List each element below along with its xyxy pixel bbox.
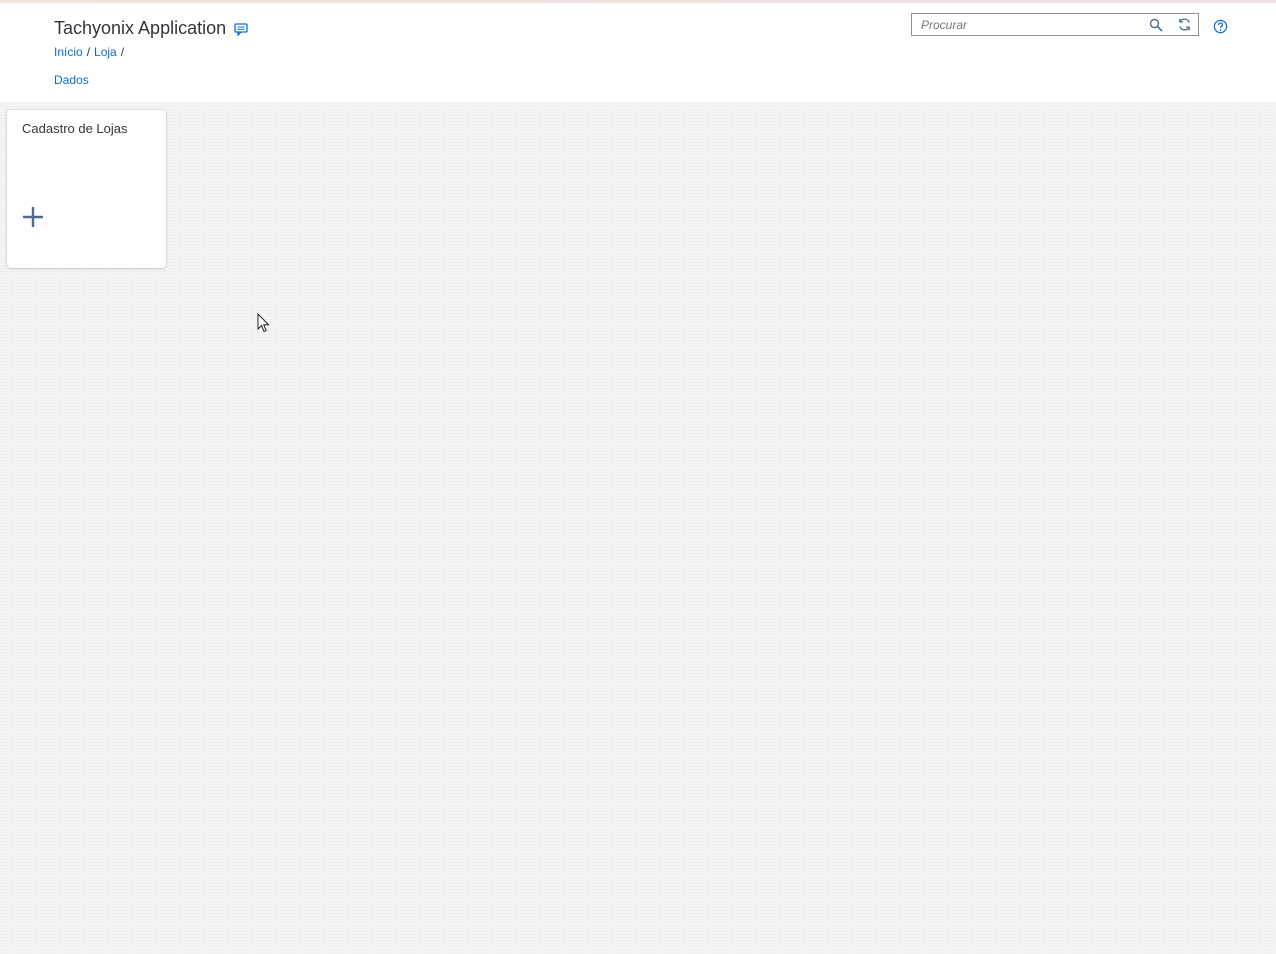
search-icon[interactable] — [1142, 14, 1170, 35]
title-row: Tachyonix Application — [54, 18, 248, 39]
search-box — [911, 13, 1199, 36]
search-input[interactable] — [912, 14, 1142, 35]
help-icon[interactable] — [1211, 17, 1229, 35]
refresh-icon[interactable] — [1170, 14, 1198, 35]
breadcrumb-item-inicio[interactable]: Início — [54, 45, 83, 59]
sub-link-dados[interactable]: Dados — [54, 73, 89, 87]
breadcrumb: Início / Loja / — [54, 45, 128, 59]
breadcrumb-separator: / — [120, 45, 125, 59]
app-root: Tachyonix Application Início / Loja / Da… — [0, 0, 1276, 954]
feedback-icon[interactable] — [234, 22, 248, 37]
plus-icon — [21, 205, 45, 229]
tile-title: Cadastro de Lojas — [22, 121, 128, 136]
tile-cadastro-de-lojas[interactable]: Cadastro de Lojas — [7, 110, 166, 268]
breadcrumb-item-loja[interactable]: Loja — [94, 45, 117, 59]
launchpad-content: Cadastro de Lojas — [0, 102, 1276, 954]
app-title: Tachyonix Application — [54, 18, 227, 38]
breadcrumb-separator: / — [86, 45, 91, 59]
mouse-pointer-icon — [257, 312, 271, 333]
shell-header: Tachyonix Application Início / Loja / Da… — [0, 3, 1276, 102]
